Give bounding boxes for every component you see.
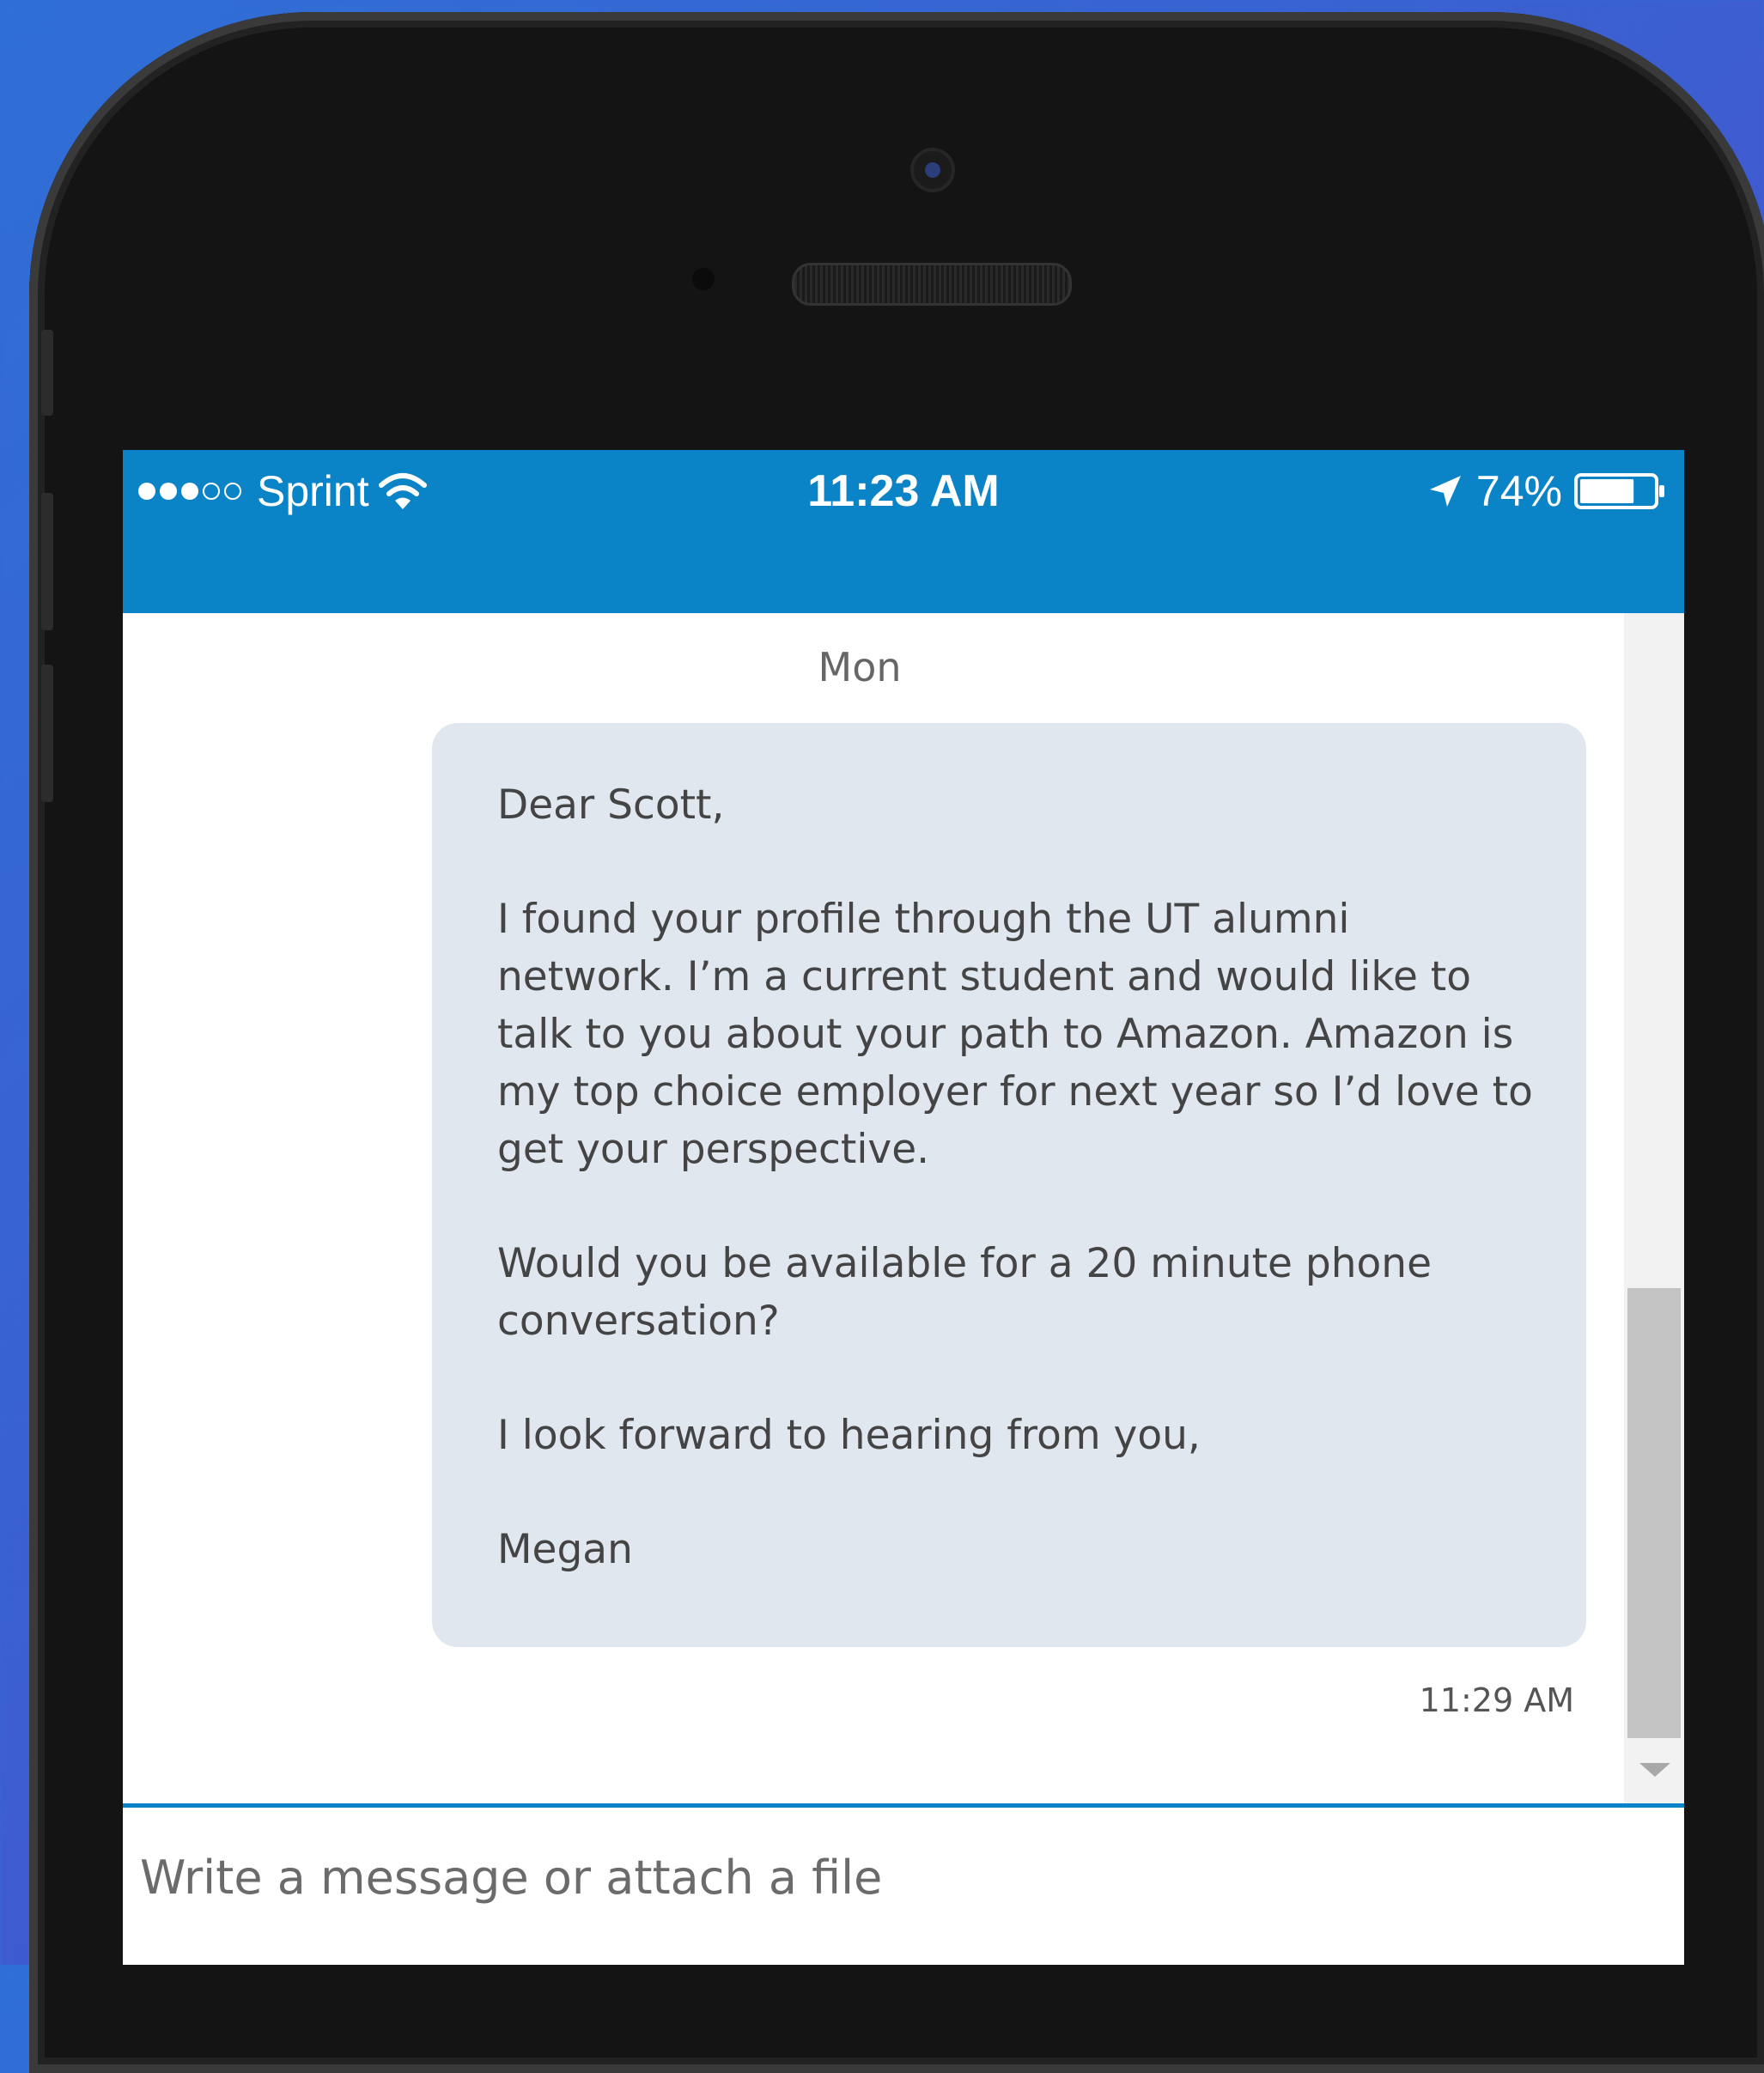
proximity-sensor [692,268,715,290]
message-closing: I look forward to hearing from you, [497,1412,1201,1459]
message-paragraph: I found your profile through the UT alum… [497,896,1533,1173]
message-timestamp: 11:29 AM [1419,1681,1574,1719]
scrollbar-track[interactable] [1624,613,1684,1803]
scroll-down-arrow-icon[interactable] [1639,1763,1670,1777]
message-composer [123,1803,1684,1965]
message-thread[interactable]: Mon Dear Scott, I found your profile thr… [123,613,1684,1803]
day-separator: Mon [818,644,902,690]
message-bubble[interactable]: Dear Scott, I found your profile through… [432,723,1586,1647]
message-paragraph: Would you be available for a 20 minute p… [497,1240,1432,1345]
mute-switch [41,330,53,416]
status-bar: Sprint 11:23 AM 74% [123,450,1684,613]
volume-up-button [41,493,53,630]
message-signature: Megan [497,1526,633,1573]
message-greeting: Dear Scott, [497,781,725,829]
earpiece-speaker [792,263,1072,306]
message-input[interactable] [138,1842,1602,1912]
front-camera [914,151,952,189]
battery-percent: 74% [1475,467,1562,515]
volume-down-button [41,665,53,802]
battery-icon [1574,473,1664,509]
scrollbar-thumb[interactable] [1627,1288,1681,1738]
status-right: 74% [1426,464,1667,519]
phone-screen: Sprint 11:23 AM 74% Mon Dear Scott, I fo… [123,450,1684,1965]
location-arrow-icon [1429,476,1461,507]
